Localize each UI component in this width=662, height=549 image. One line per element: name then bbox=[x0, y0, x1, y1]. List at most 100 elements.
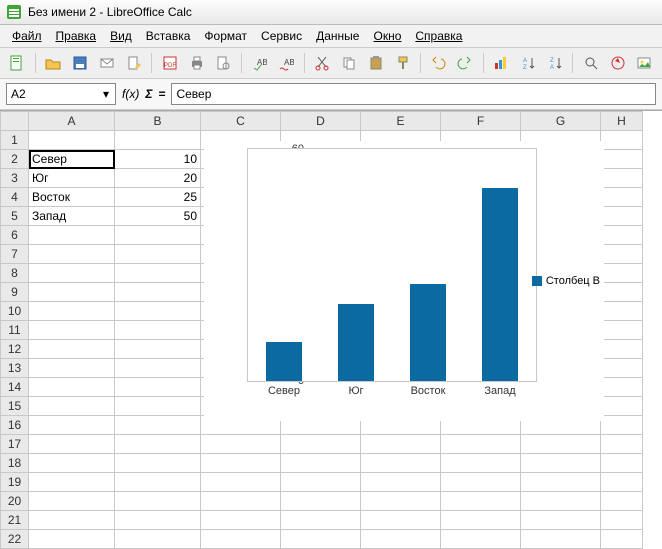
row-header-2[interactable]: 2 bbox=[1, 150, 29, 169]
col-header-C[interactable]: C bbox=[201, 112, 281, 131]
row-header-19[interactable]: 19 bbox=[1, 473, 29, 492]
save-button[interactable] bbox=[69, 51, 92, 75]
print-preview-button[interactable] bbox=[212, 51, 235, 75]
row-header-11[interactable]: 11 bbox=[1, 321, 29, 340]
cell-A16[interactable] bbox=[29, 416, 115, 435]
col-header-D[interactable]: D bbox=[281, 112, 361, 131]
cell-B6[interactable] bbox=[115, 226, 201, 245]
cell-B21[interactable] bbox=[115, 511, 201, 530]
cell-H14[interactable] bbox=[601, 378, 643, 397]
cell-H21[interactable] bbox=[601, 511, 643, 530]
spellcheck-button[interactable]: ABC bbox=[248, 51, 271, 75]
edit-doc-button[interactable] bbox=[122, 51, 145, 75]
cell-A17[interactable] bbox=[29, 435, 115, 454]
cell-A19[interactable] bbox=[29, 473, 115, 492]
cell-H20[interactable] bbox=[601, 492, 643, 511]
row-header-21[interactable]: 21 bbox=[1, 511, 29, 530]
cell-G19[interactable] bbox=[521, 473, 601, 492]
cell-H1[interactable] bbox=[601, 131, 643, 150]
cell-B3[interactable]: 20 bbox=[115, 169, 201, 188]
cell-F17[interactable] bbox=[441, 435, 521, 454]
cell-A7[interactable] bbox=[29, 245, 115, 264]
cell-B15[interactable] bbox=[115, 397, 201, 416]
row-header-4[interactable]: 4 bbox=[1, 188, 29, 207]
paste-button[interactable] bbox=[364, 51, 387, 75]
cell-B4[interactable]: 25 bbox=[115, 188, 201, 207]
cell-B22[interactable] bbox=[115, 530, 201, 549]
row-header-9[interactable]: 9 bbox=[1, 283, 29, 302]
cell-F22[interactable] bbox=[441, 530, 521, 549]
row-header-6[interactable]: 6 bbox=[1, 226, 29, 245]
cell-H6[interactable] bbox=[601, 226, 643, 245]
cell-C17[interactable] bbox=[201, 435, 281, 454]
cell-B14[interactable] bbox=[115, 378, 201, 397]
col-header-F[interactable]: F bbox=[441, 112, 521, 131]
cell-G22[interactable] bbox=[521, 530, 601, 549]
cell-A8[interactable] bbox=[29, 264, 115, 283]
cell-G21[interactable] bbox=[521, 511, 601, 530]
cell-A3[interactable]: Юг bbox=[29, 169, 115, 188]
cell-B19[interactable] bbox=[115, 473, 201, 492]
cell-A2[interactable]: Север bbox=[29, 150, 115, 169]
row-header-20[interactable]: 20 bbox=[1, 492, 29, 511]
navigator-button[interactable] bbox=[606, 51, 629, 75]
cell-D20[interactable] bbox=[281, 492, 361, 511]
cell-B18[interactable] bbox=[115, 454, 201, 473]
cell-F19[interactable] bbox=[441, 473, 521, 492]
cell-B8[interactable] bbox=[115, 264, 201, 283]
cell-A18[interactable] bbox=[29, 454, 115, 473]
row-header-13[interactable]: 13 bbox=[1, 359, 29, 378]
cell-B1[interactable] bbox=[115, 131, 201, 150]
menu-format[interactable]: Формат bbox=[198, 27, 253, 45]
menu-edit[interactable]: Правка bbox=[50, 27, 103, 45]
cell-C19[interactable] bbox=[201, 473, 281, 492]
row-header-22[interactable]: 22 bbox=[1, 530, 29, 549]
cell-A15[interactable] bbox=[29, 397, 115, 416]
cell-D19[interactable] bbox=[281, 473, 361, 492]
cell-A21[interactable] bbox=[29, 511, 115, 530]
redo-button[interactable] bbox=[454, 51, 477, 75]
cell-A6[interactable] bbox=[29, 226, 115, 245]
cell-H11[interactable] bbox=[601, 321, 643, 340]
row-header-5[interactable]: 5 bbox=[1, 207, 29, 226]
find-button[interactable] bbox=[579, 51, 602, 75]
cell-H16[interactable] bbox=[601, 416, 643, 435]
menu-tools[interactable]: Сервис bbox=[255, 27, 308, 45]
cell-D22[interactable] bbox=[281, 530, 361, 549]
row-header-17[interactable]: 17 bbox=[1, 435, 29, 454]
embedded-chart[interactable]: 0102030405060СеверЮгВостокЗападСтолбец B bbox=[204, 141, 604, 421]
cell-A1[interactable] bbox=[29, 131, 115, 150]
row-header-3[interactable]: 3 bbox=[1, 169, 29, 188]
cell-D21[interactable] bbox=[281, 511, 361, 530]
cell-B13[interactable] bbox=[115, 359, 201, 378]
cell-A22[interactable] bbox=[29, 530, 115, 549]
row-header-15[interactable]: 15 bbox=[1, 397, 29, 416]
function-wizard-icon[interactable]: f(x) bbox=[122, 87, 139, 101]
row-header-10[interactable]: 10 bbox=[1, 302, 29, 321]
email-button[interactable] bbox=[96, 51, 119, 75]
cell-F20[interactable] bbox=[441, 492, 521, 511]
auto-spellcheck-button[interactable]: ABC bbox=[275, 51, 298, 75]
cell-E18[interactable] bbox=[361, 454, 441, 473]
cell-H17[interactable] bbox=[601, 435, 643, 454]
cell-H18[interactable] bbox=[601, 454, 643, 473]
dropdown-icon[interactable]: ▾ bbox=[101, 87, 111, 101]
gallery-button[interactable] bbox=[633, 51, 656, 75]
new-doc-button[interactable] bbox=[6, 51, 29, 75]
cell-E17[interactable] bbox=[361, 435, 441, 454]
cell-H22[interactable] bbox=[601, 530, 643, 549]
print-button[interactable] bbox=[185, 51, 208, 75]
corner-header[interactable] bbox=[1, 112, 29, 131]
row-header-7[interactable]: 7 bbox=[1, 245, 29, 264]
copy-button[interactable] bbox=[337, 51, 360, 75]
cell-H3[interactable] bbox=[601, 169, 643, 188]
row-header-16[interactable]: 16 bbox=[1, 416, 29, 435]
cell-A20[interactable] bbox=[29, 492, 115, 511]
cell-C20[interactable] bbox=[201, 492, 281, 511]
cell-C18[interactable] bbox=[201, 454, 281, 473]
sort-desc-button[interactable]: ZA bbox=[543, 51, 566, 75]
cell-G20[interactable] bbox=[521, 492, 601, 511]
cell-E20[interactable] bbox=[361, 492, 441, 511]
cell-H7[interactable] bbox=[601, 245, 643, 264]
sort-asc-button[interactable]: AZ bbox=[517, 51, 540, 75]
